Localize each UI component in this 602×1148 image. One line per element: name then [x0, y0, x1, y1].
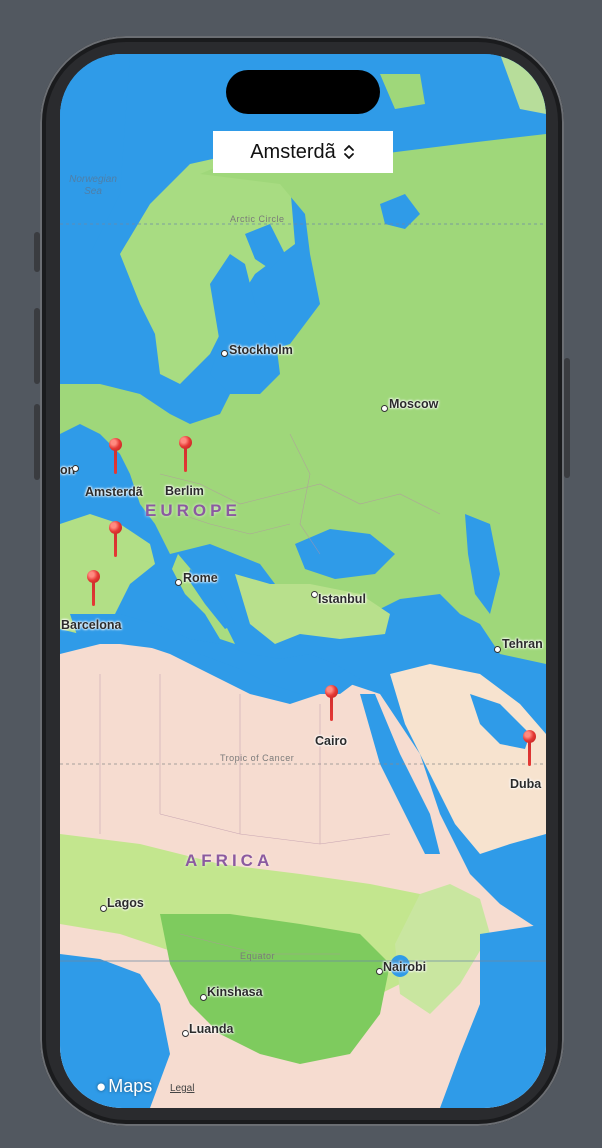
- maps-logo-text: Maps: [108, 1076, 153, 1096]
- map-view[interactable]: Norwegian Sea Arctic Circle Tropic of Ca…: [60, 54, 546, 1108]
- volume-up-button: [34, 308, 40, 384]
- city-dot-nairobi: [376, 968, 383, 975]
- city-dot-tehran: [494, 646, 501, 653]
- city-label-barcelona[interactable]: Barcelona: [61, 618, 121, 632]
- dynamic-island: [226, 70, 380, 114]
- city-label-cairo[interactable]: Cairo: [315, 734, 347, 748]
- city-label-nairobi[interactable]: Nairobi: [383, 960, 426, 974]
- city-label-berlin[interactable]: Berlim: [165, 484, 204, 498]
- city-dot-kinshasa: [200, 994, 207, 1001]
- pin-stick: [114, 450, 117, 474]
- action-button: [34, 232, 40, 272]
- maps-logo: ● Maps: [96, 1076, 152, 1097]
- city-dot-lagos: [100, 905, 107, 912]
- chevron-up-down-icon: [343, 145, 354, 159]
- city-label-amsterdam[interactable]: Amsterdã: [85, 485, 143, 499]
- tropic-of-cancer-label: Tropic of Cancer: [220, 753, 295, 763]
- map-pin-amsterdam[interactable]: [108, 438, 124, 478]
- sea-label-line2: Sea: [84, 186, 102, 197]
- power-button: [564, 358, 570, 478]
- city-label-dubai[interactable]: Duba: [510, 777, 541, 791]
- sea-label-norwegian: Norwegian Sea: [60, 174, 126, 198]
- city-label-kinshasa[interactable]: Kinshasa: [207, 985, 263, 999]
- pin-stick: [330, 697, 333, 721]
- map-pin-cairo[interactable]: [324, 685, 340, 725]
- city-dot-stockholm: [221, 350, 228, 357]
- city-label-luanda[interactable]: Luanda: [189, 1022, 233, 1036]
- region-label-africa: AFRICA: [185, 851, 274, 870]
- arctic-circle-label: Arctic Circle: [230, 214, 285, 224]
- city-label-istanbul[interactable]: Istanbul: [318, 592, 366, 606]
- city-label-rome[interactable]: Rome: [183, 571, 218, 585]
- city-dot-london: [72, 465, 79, 472]
- legal-link[interactable]: Legal: [170, 1083, 194, 1094]
- city-label-stockholm[interactable]: Stockholm: [229, 343, 293, 357]
- pin-stick: [114, 533, 117, 557]
- map-background[interactable]: [60, 54, 546, 1108]
- city-dot-istanbul: [311, 591, 318, 598]
- sea-label-line1: Norwegian: [69, 174, 117, 185]
- city-label-tehran[interactable]: Tehran: [502, 637, 543, 651]
- city-dot-rome: [175, 579, 182, 586]
- map-pin-berlin[interactable]: [178, 436, 194, 476]
- city-label-lagos[interactable]: Lagos: [107, 896, 144, 910]
- map-pin-barcelona[interactable]: [86, 570, 102, 610]
- map-pin-paris[interactable]: [108, 521, 124, 561]
- city-label-moscow[interactable]: Moscow: [389, 397, 438, 411]
- apple-logo-icon: ●: [96, 1076, 107, 1096]
- equator-label: Equator: [240, 951, 276, 961]
- picker-label: Amsterdã: [250, 140, 336, 163]
- map-pin-dubai[interactable]: [522, 730, 538, 770]
- region-label-europe: EUROPE: [145, 501, 241, 520]
- pin-stick: [528, 742, 531, 766]
- city-picker-button[interactable]: Amsterdã: [213, 131, 393, 173]
- pin-stick: [92, 582, 95, 606]
- city-dot-luanda: [182, 1030, 189, 1037]
- city-dot-moscow: [381, 405, 388, 412]
- volume-down-button: [34, 404, 40, 480]
- pin-stick: [184, 448, 187, 472]
